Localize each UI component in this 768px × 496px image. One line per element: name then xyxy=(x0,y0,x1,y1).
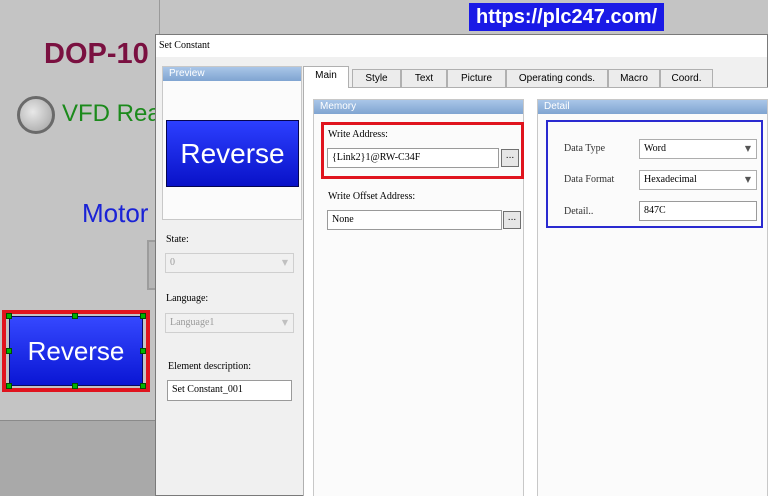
write-offset-browse-button[interactable]: ... xyxy=(503,211,521,229)
detail-title: Detail xyxy=(538,100,767,114)
resize-handle[interactable] xyxy=(140,313,146,319)
data-type-select[interactable]: Word ▼ xyxy=(639,139,757,159)
resize-handle[interactable] xyxy=(6,383,12,389)
detail-highlight-frame: Data Type Word ▼ Data Format Hexadecimal… xyxy=(546,120,763,228)
resize-handle[interactable] xyxy=(72,383,78,389)
detail-value-input[interactable]: 847C xyxy=(639,201,757,221)
detail-label: Detail.. xyxy=(564,206,594,217)
chevron-down-icon: ▼ xyxy=(281,258,289,267)
resize-handle[interactable] xyxy=(6,313,12,319)
write-address-browse-button[interactable]: ... xyxy=(501,149,519,167)
indicator-lamp-icon[interactable] xyxy=(17,96,55,134)
data-format-label: Data Format xyxy=(564,174,615,185)
reverse-button[interactable]: Reverse xyxy=(9,316,143,386)
tab-picture[interactable]: Picture xyxy=(447,69,506,87)
data-format-value: Hexadecimal xyxy=(644,174,697,185)
chevron-down-icon: ▼ xyxy=(744,175,752,184)
language-select: Language1 ▼ xyxy=(165,313,294,333)
tab-coord[interactable]: Coord. xyxy=(660,69,713,87)
write-offset-input[interactable]: None xyxy=(327,210,502,230)
dialog-title-bar[interactable]: Set Constant xyxy=(156,35,767,57)
write-address-label: Write Address: xyxy=(328,129,388,140)
preview-group: Preview Reverse xyxy=(162,66,302,220)
data-type-value: Word xyxy=(644,143,666,154)
detail-group: Detail Data Type Word ▼ Data Format Hexa… xyxy=(537,99,768,496)
data-type-label: Data Type xyxy=(564,143,606,154)
state-select: 0 ▼ xyxy=(165,253,294,273)
element-description-label: Element description: xyxy=(168,361,252,372)
chevron-down-icon: ▼ xyxy=(281,318,289,327)
state-value: 0 xyxy=(170,257,175,268)
tab-main[interactable]: Main xyxy=(303,66,349,88)
preview-title: Preview xyxy=(163,67,301,81)
tab-style[interactable]: Style xyxy=(352,69,401,87)
write-address-input[interactable]: {Link2}1@RW-C34F xyxy=(327,148,499,168)
write-offset-label: Write Offset Address: xyxy=(328,191,416,202)
language-label: Language: xyxy=(166,293,209,304)
canvas-title: DOP-10 xyxy=(44,38,149,70)
canvas-bottom-area xyxy=(0,420,160,496)
resize-handle[interactable] xyxy=(6,348,12,354)
memory-group: Memory Write Address: {Link2}1@RW-C34F .… xyxy=(313,99,524,496)
preview-reverse-button: Reverse xyxy=(166,120,299,187)
memory-title: Memory xyxy=(314,100,523,114)
chevron-down-icon: ▼ xyxy=(744,144,752,153)
vfd-ready-label: VFD Rea xyxy=(62,100,161,127)
tab-strip: Main Style Text Picture Operating conds.… xyxy=(303,66,768,88)
tab-macro[interactable]: Macro xyxy=(608,69,660,87)
state-label: State: xyxy=(166,234,189,245)
resize-handle[interactable] xyxy=(140,348,146,354)
tab-text[interactable]: Text xyxy=(401,69,447,87)
tab-operating-conds[interactable]: Operating conds. xyxy=(506,69,608,87)
language-value: Language1 xyxy=(170,317,215,328)
data-format-select[interactable]: Hexadecimal ▼ xyxy=(639,170,757,190)
element-description-input[interactable]: Set Constant_001 xyxy=(167,380,292,401)
resize-handle[interactable] xyxy=(72,313,78,319)
watermark-url: https://plc247.com/ xyxy=(469,3,665,31)
motor-label: Motor xyxy=(82,198,149,228)
set-constant-dialog: Set Constant Preview Reverse State: 0 ▼ … xyxy=(155,34,768,496)
write-address-highlight-frame: Write Address: {Link2}1@RW-C34F ... xyxy=(321,122,524,179)
resize-handle[interactable] xyxy=(140,383,146,389)
tab-panel-main: Memory Write Address: {Link2}1@RW-C34F .… xyxy=(303,87,768,496)
